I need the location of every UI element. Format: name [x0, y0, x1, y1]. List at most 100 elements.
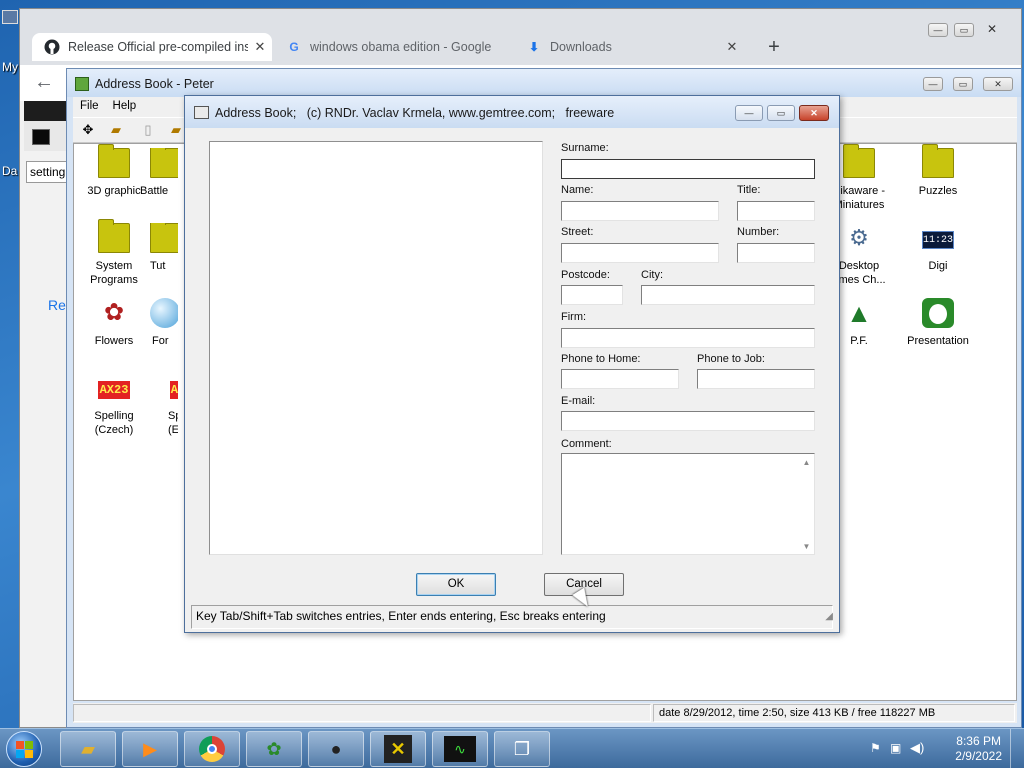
chrome-icon: [199, 736, 225, 762]
digital-clock-icon: 11:23:51: [922, 231, 971, 249]
ok-button[interactable]: OK: [416, 573, 496, 596]
tab-title: Release Official pre-compiled ins: [68, 40, 248, 54]
taskbar: ▰ ▶ ✿ ● ✕ ∿ ❐ ⚑ ▣ ◀) 8:36 PM 2/9/2022: [0, 728, 1024, 768]
new-tab-button[interactable]: +: [762, 35, 786, 59]
postcode-field[interactable]: [561, 285, 623, 305]
google-icon: G: [289, 40, 299, 54]
settings-field[interactable]: setting: [26, 161, 68, 183]
action-center-flag-icon[interactable]: ⚑: [870, 741, 881, 755]
menu-file[interactable]: File: [73, 97, 106, 115]
desktop-label-1[interactable]: My: [2, 60, 18, 74]
open-folder-icon[interactable]: ▰: [107, 122, 125, 138]
back-arrow-icon[interactable]: ←: [34, 71, 54, 94]
folder-icon: [98, 144, 130, 178]
close-icon[interactable]: ✕: [720, 39, 744, 55]
cross-app-taskbar-button[interactable]: ✕: [370, 731, 426, 767]
status-cell-left: [73, 704, 651, 722]
tab-google[interactable]: G windows obama edition - Google: [274, 33, 502, 61]
tab-release[interactable]: Release Official pre-compiled ins ✕: [32, 33, 272, 61]
folder-icon[interactable]: ▰: [167, 122, 185, 138]
surname-field[interactable]: [561, 159, 815, 179]
network-icon[interactable]: ▣: [890, 741, 901, 755]
media-player-taskbar-button[interactable]: ▶: [122, 731, 178, 767]
folder-icon: [150, 148, 178, 178]
folder-icon: [843, 144, 875, 178]
page-link-fragment[interactable]: Re: [48, 297, 66, 313]
system-tray: ⚑ ▣ ◀) 8:36 PM 2/9/2022: [864, 729, 1024, 768]
dialog-status-bar: Key Tab/Shift+Tab switches entries, Ente…: [191, 605, 833, 629]
maximize-button[interactable]: ▭: [953, 77, 973, 91]
phone-job-field[interactable]: [697, 369, 815, 389]
minimize-button[interactable]: —: [928, 23, 948, 37]
minimize-button[interactable]: —: [735, 105, 763, 121]
icon-label: For: [152, 335, 169, 347]
windows-stack-icon: ❐: [513, 738, 531, 759]
volume-icon[interactable]: ◀): [910, 740, 924, 756]
new-document-icon[interactable]: ▯: [139, 122, 157, 138]
desktop-label-2[interactable]: Da: [2, 164, 17, 178]
icon-for[interactable]: For: [138, 298, 178, 348]
number-field[interactable]: [737, 243, 815, 263]
menu-help[interactable]: Help: [106, 97, 144, 115]
entries-list[interactable]: [209, 141, 543, 555]
waveform-icon: ∿: [444, 736, 476, 762]
icon-presentation[interactable]: Presentation: [902, 298, 974, 348]
peter-taskbar-button[interactable]: ●: [308, 731, 364, 767]
title-label: Title:: [737, 184, 761, 196]
tab-downloads[interactable]: ⬇ Downloads ✕: [514, 33, 744, 61]
icon-label: Digi: [928, 260, 948, 272]
scroll-up-arrow-icon[interactable]: ▲: [799, 458, 814, 467]
folder-icon: ▰: [81, 738, 95, 759]
icon-battle[interactable]: Battle: [138, 148, 178, 198]
status-cell-right: date 8/29/2012, time 2:50, size 413 KB /…: [653, 704, 1015, 722]
icon-puzzles[interactable]: Puzzles: [902, 144, 974, 198]
icon-tut[interactable]: Tut: [138, 223, 178, 273]
bunny-icon: [922, 298, 954, 328]
cross-icon: ✕: [384, 735, 412, 763]
flowers-icon: ✿: [103, 299, 125, 326]
oscilloscope-taskbar-button[interactable]: ∿: [432, 731, 488, 767]
maximize-button[interactable]: ▭: [767, 105, 795, 121]
minimize-button[interactable]: —: [923, 77, 943, 91]
robot-icon: ⚙: [849, 225, 869, 250]
phone-home-field[interactable]: [561, 369, 679, 389]
street-field[interactable]: [561, 243, 719, 263]
tab-strip: Release Official pre-compiled ins ✕ G wi…: [20, 9, 1021, 65]
explorer-taskbar-button[interactable]: ▰: [60, 731, 116, 767]
download-icon: ⬇: [528, 40, 540, 54]
chrome-taskbar-button[interactable]: [184, 731, 240, 767]
city-field[interactable]: [641, 285, 815, 305]
folder-icon: [150, 223, 178, 253]
dialog-app-icon: [194, 106, 209, 119]
icon-digi[interactable]: 11:23:51 Digi: [902, 223, 974, 273]
close-button[interactable]: ✕: [982, 23, 1002, 37]
close-icon[interactable]: ✕: [248, 39, 272, 55]
firm-field[interactable]: [561, 328, 815, 348]
desktop-icon[interactable]: [2, 10, 18, 24]
address-book-app-icon: [75, 77, 89, 91]
windows-taskbar-button[interactable]: ❐: [494, 731, 550, 767]
scroll-down-arrow-icon[interactable]: ▼: [799, 542, 814, 551]
start-button[interactable]: [6, 731, 42, 767]
email-field[interactable]: [561, 411, 815, 431]
email-label: E-mail:: [561, 395, 596, 407]
resize-grip-icon[interactable]: ◢: [825, 611, 833, 622]
close-button[interactable]: ✕: [983, 77, 1013, 91]
clock-date: 2/9/2022: [955, 749, 1002, 763]
close-button[interactable]: ✕: [799, 105, 829, 121]
comment-label: Comment:: [561, 438, 612, 450]
comment-field[interactable]: [561, 453, 815, 555]
icon-label: Presentation: [907, 335, 969, 347]
tools-icon[interactable]: ✥: [79, 122, 97, 138]
tab-title: Downloads: [550, 40, 612, 54]
maximize-button[interactable]: ▭: [954, 23, 974, 37]
clock[interactable]: 8:36 PM 2/9/2022: [955, 734, 1002, 764]
name-field[interactable]: [561, 201, 719, 221]
title-field[interactable]: [737, 201, 815, 221]
tree-icon: ▲: [846, 298, 872, 328]
icon-spelling-english[interactable]: AX Spe (Eng: [138, 373, 178, 437]
show-desktop-button[interactable]: [1010, 729, 1024, 768]
address-book-taskbar-button[interactable]: ✿: [246, 731, 302, 767]
window-title: Address Book - Peter: [95, 77, 214, 91]
clock-time: 8:36 PM: [956, 734, 1001, 748]
